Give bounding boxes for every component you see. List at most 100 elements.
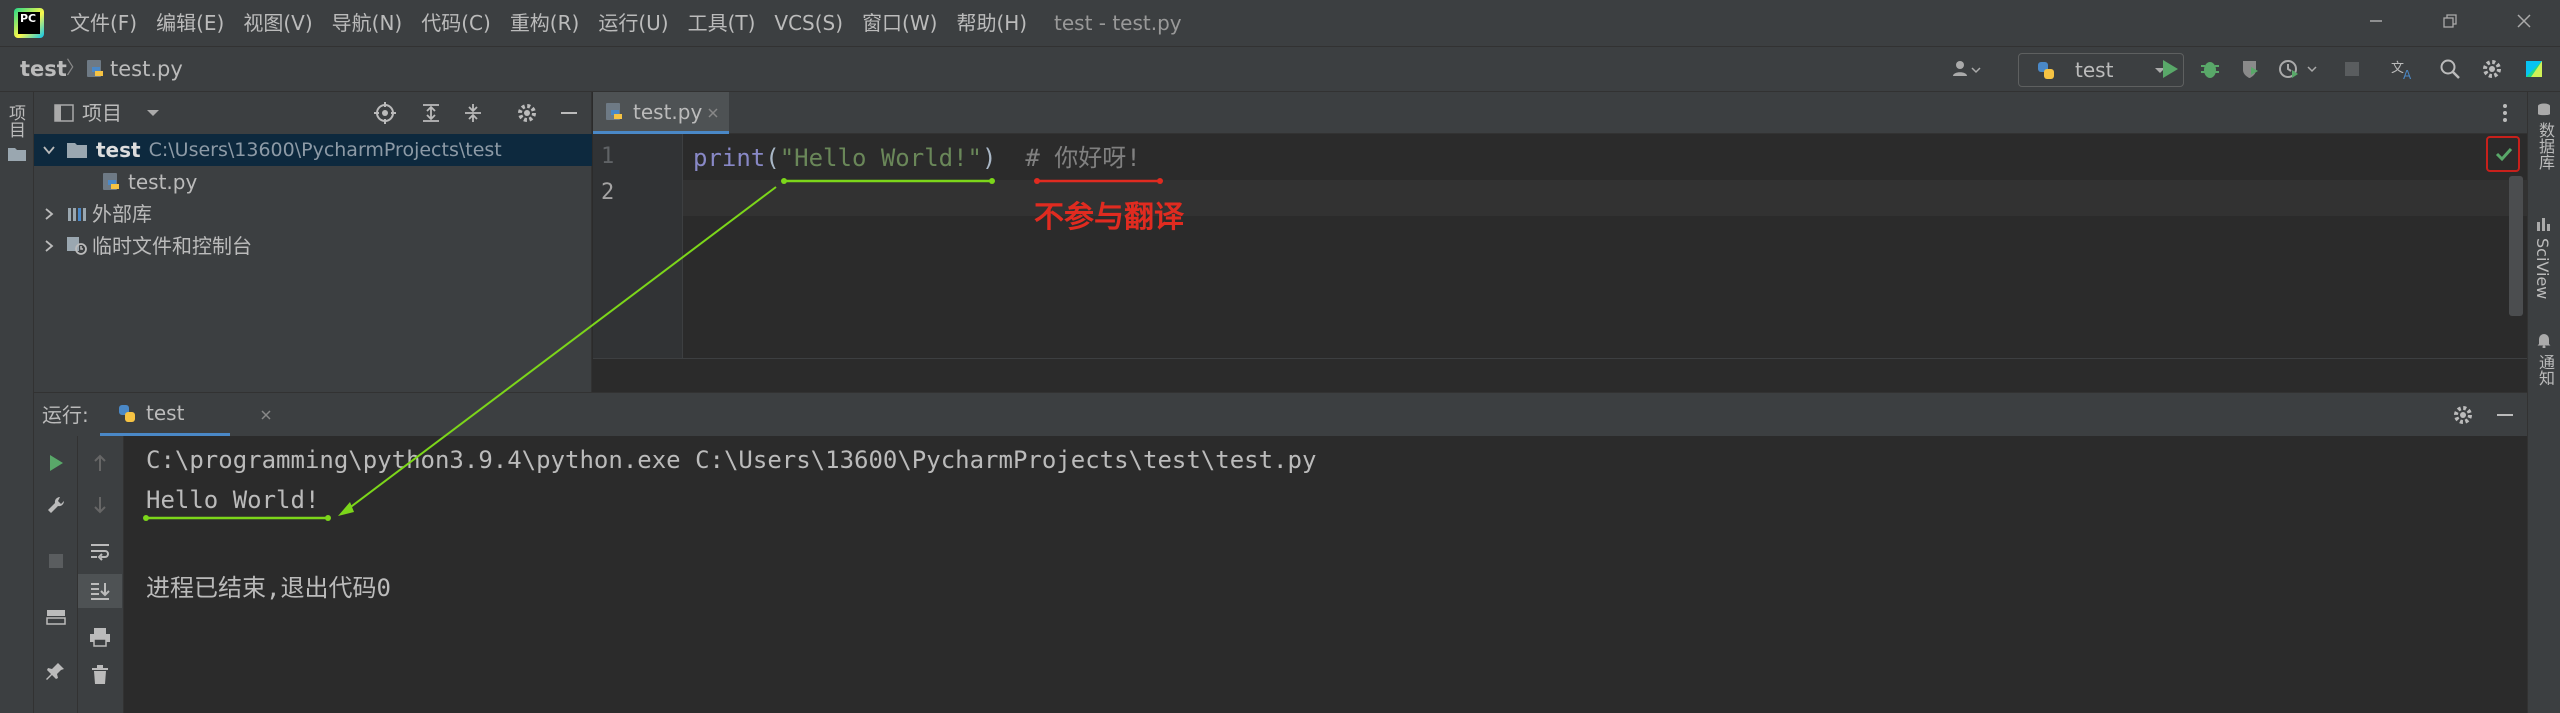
close-tab-icon[interactable] <box>707 107 719 119</box>
menu-view[interactable]: 视图(V) <box>243 0 312 46</box>
line-number: 2 <box>601 180 615 205</box>
sciview-tool-button[interactable]: SciView <box>2533 238 2552 299</box>
expand-all-icon[interactable] <box>420 102 442 124</box>
menu-refactor[interactable]: 重构(R) <box>510 0 580 46</box>
annotation-text: 不参与翻译 <box>1034 200 1184 235</box>
bug-icon <box>2201 62 2219 78</box>
menu-file[interactable]: 文件(F) <box>70 0 137 46</box>
locate-icon[interactable] <box>374 102 396 124</box>
chevron-down-icon[interactable] <box>146 106 160 120</box>
editor-tab-bar: test.py <box>593 92 2527 134</box>
run-button[interactable] <box>2152 47 2188 91</box>
run-console[interactable]: C:\programming\python3.9.4\python.exe C:… <box>124 436 2527 713</box>
minimize-button[interactable] <box>2340 0 2412 46</box>
layout-icon <box>46 610 66 625</box>
rerun-button[interactable] <box>34 446 78 480</box>
tree-external-libs-label: 外部库 <box>92 202 152 226</box>
soft-wrap-button[interactable] <box>78 534 122 568</box>
minimize-panel-icon[interactable] <box>2494 404 2516 426</box>
trash-icon <box>92 665 108 684</box>
menu-code[interactable]: 代码(C) <box>421 0 491 46</box>
chevron-right-icon <box>45 240 54 252</box>
run-panel-label: 运行: <box>42 403 89 427</box>
layout-button[interactable] <box>34 600 78 634</box>
minimize-icon <box>2370 20 2382 22</box>
print-button[interactable] <box>78 620 122 654</box>
translate-icon: 文A <box>2391 61 2412 80</box>
editor-tab-test-py[interactable]: test.py <box>593 92 729 134</box>
close-tab-icon[interactable] <box>260 409 272 421</box>
tree-item-project-root[interactable]: test C:\Users\13600\PycharmProjects\test <box>34 134 592 166</box>
tree-item-file[interactable]: test.py <box>34 166 592 198</box>
search-button[interactable] <box>2432 47 2468 91</box>
restore-button[interactable] <box>2414 0 2486 46</box>
color-logo-icon <box>2526 61 2542 77</box>
tree-item-scratches[interactable]: 临时文件和控制台 <box>34 230 592 262</box>
menu-edit[interactable]: 编辑(E) <box>156 0 224 46</box>
jetbrains-ai-button[interactable] <box>2514 47 2554 91</box>
code-paren-close: ) <box>982 144 997 172</box>
notifications-tool-button[interactable]: 通知 <box>2533 354 2557 386</box>
scratches-icon <box>67 237 87 255</box>
tree-root-path: C:\Users\13600\PycharmProjects\test <box>148 139 502 161</box>
menu-help[interactable]: 帮助(H) <box>956 0 1027 46</box>
svg-text:A: A <box>2403 68 2412 80</box>
breadcrumb-project[interactable]: test <box>20 47 67 91</box>
console-line: Hello World! <box>146 486 320 514</box>
database-icon <box>2538 103 2550 116</box>
run-tab-test[interactable]: test <box>100 393 271 437</box>
menu-window[interactable]: 窗口(W) <box>862 0 937 46</box>
gear-icon[interactable] <box>2452 404 2474 426</box>
menu-navigate[interactable]: 导航(N) <box>332 0 403 46</box>
menu-run[interactable]: 运行(U) <box>598 0 668 46</box>
profiler-icon <box>2279 60 2317 78</box>
gear-icon[interactable] <box>516 102 538 124</box>
right-tool-strip: 数据库 SciView 通知 <box>2527 92 2560 713</box>
pin-tab-button[interactable] <box>34 654 78 688</box>
project-tool-window-button[interactable]: 项目 <box>5 104 28 138</box>
main-menu: 文件(F) 编辑(E) 视图(V) 导航(N) 代码(C) 重构(R) 运行(U… <box>70 0 1046 46</box>
profile-button[interactable] <box>2272 47 2328 91</box>
tree-scratches-label: 临时文件和控制台 <box>92 234 252 258</box>
checkmark-icon <box>2495 147 2513 162</box>
close-window-button[interactable] <box>2488 0 2560 46</box>
editor-scrollbar[interactable] <box>2509 176 2523 316</box>
code-comment: # 你好呀! <box>1025 144 1141 172</box>
run-tab-label: test <box>146 401 185 425</box>
navigation-bar: test 〉 test.py test 文A <box>0 46 2560 92</box>
coverage-button[interactable] <box>2232 47 2268 91</box>
debug-button[interactable] <box>2192 47 2228 91</box>
menu-vcs[interactable]: VCS(S) <box>774 0 843 46</box>
stop-button[interactable] <box>2334 47 2370 91</box>
user-button[interactable] <box>1944 47 1988 91</box>
next-occurrence-button[interactable] <box>78 488 122 522</box>
gear-icon <box>2483 60 2501 78</box>
collapse-all-icon[interactable] <box>462 102 484 124</box>
scroll-to-end-button[interactable] <box>78 574 122 608</box>
breadcrumb-file[interactable]: test.py <box>110 47 183 91</box>
scroll-to-end-icon <box>91 583 110 600</box>
chevron-right-icon <box>45 208 54 220</box>
code-editor[interactable]: 1 2 print("Hello World!") # 你好呀! <box>593 134 2527 392</box>
user-icon <box>1953 61 1981 76</box>
previous-occurrence-button[interactable] <box>78 446 122 480</box>
tree-item-external-libraries[interactable]: 外部库 <box>34 198 592 230</box>
python-file-icon <box>87 60 103 77</box>
current-line-highlight <box>683 180 2527 216</box>
stop-process-button[interactable] <box>34 544 78 578</box>
window-title: test - test.py <box>1054 11 1182 35</box>
clear-all-button[interactable] <box>78 658 122 692</box>
line-number-gutter: 1 2 <box>593 134 683 358</box>
database-tool-button[interactable]: 数据库 <box>2533 122 2557 170</box>
run-toolbar-primary <box>34 436 78 713</box>
code-string: "Hello World!" <box>779 144 982 172</box>
close-icon <box>2517 14 2531 28</box>
project-panel-title[interactable]: 项目 <box>82 92 122 134</box>
menu-tools[interactable]: 工具(T) <box>688 0 756 46</box>
inspection-status[interactable] <box>2486 136 2520 172</box>
minimize-panel-icon[interactable] <box>558 102 580 124</box>
settings-button[interactable] <box>2474 47 2510 91</box>
edit-configuration-button[interactable] <box>34 488 78 522</box>
more-options-icon[interactable] <box>2501 103 2509 123</box>
translate-button[interactable]: 文A <box>2386 47 2422 91</box>
